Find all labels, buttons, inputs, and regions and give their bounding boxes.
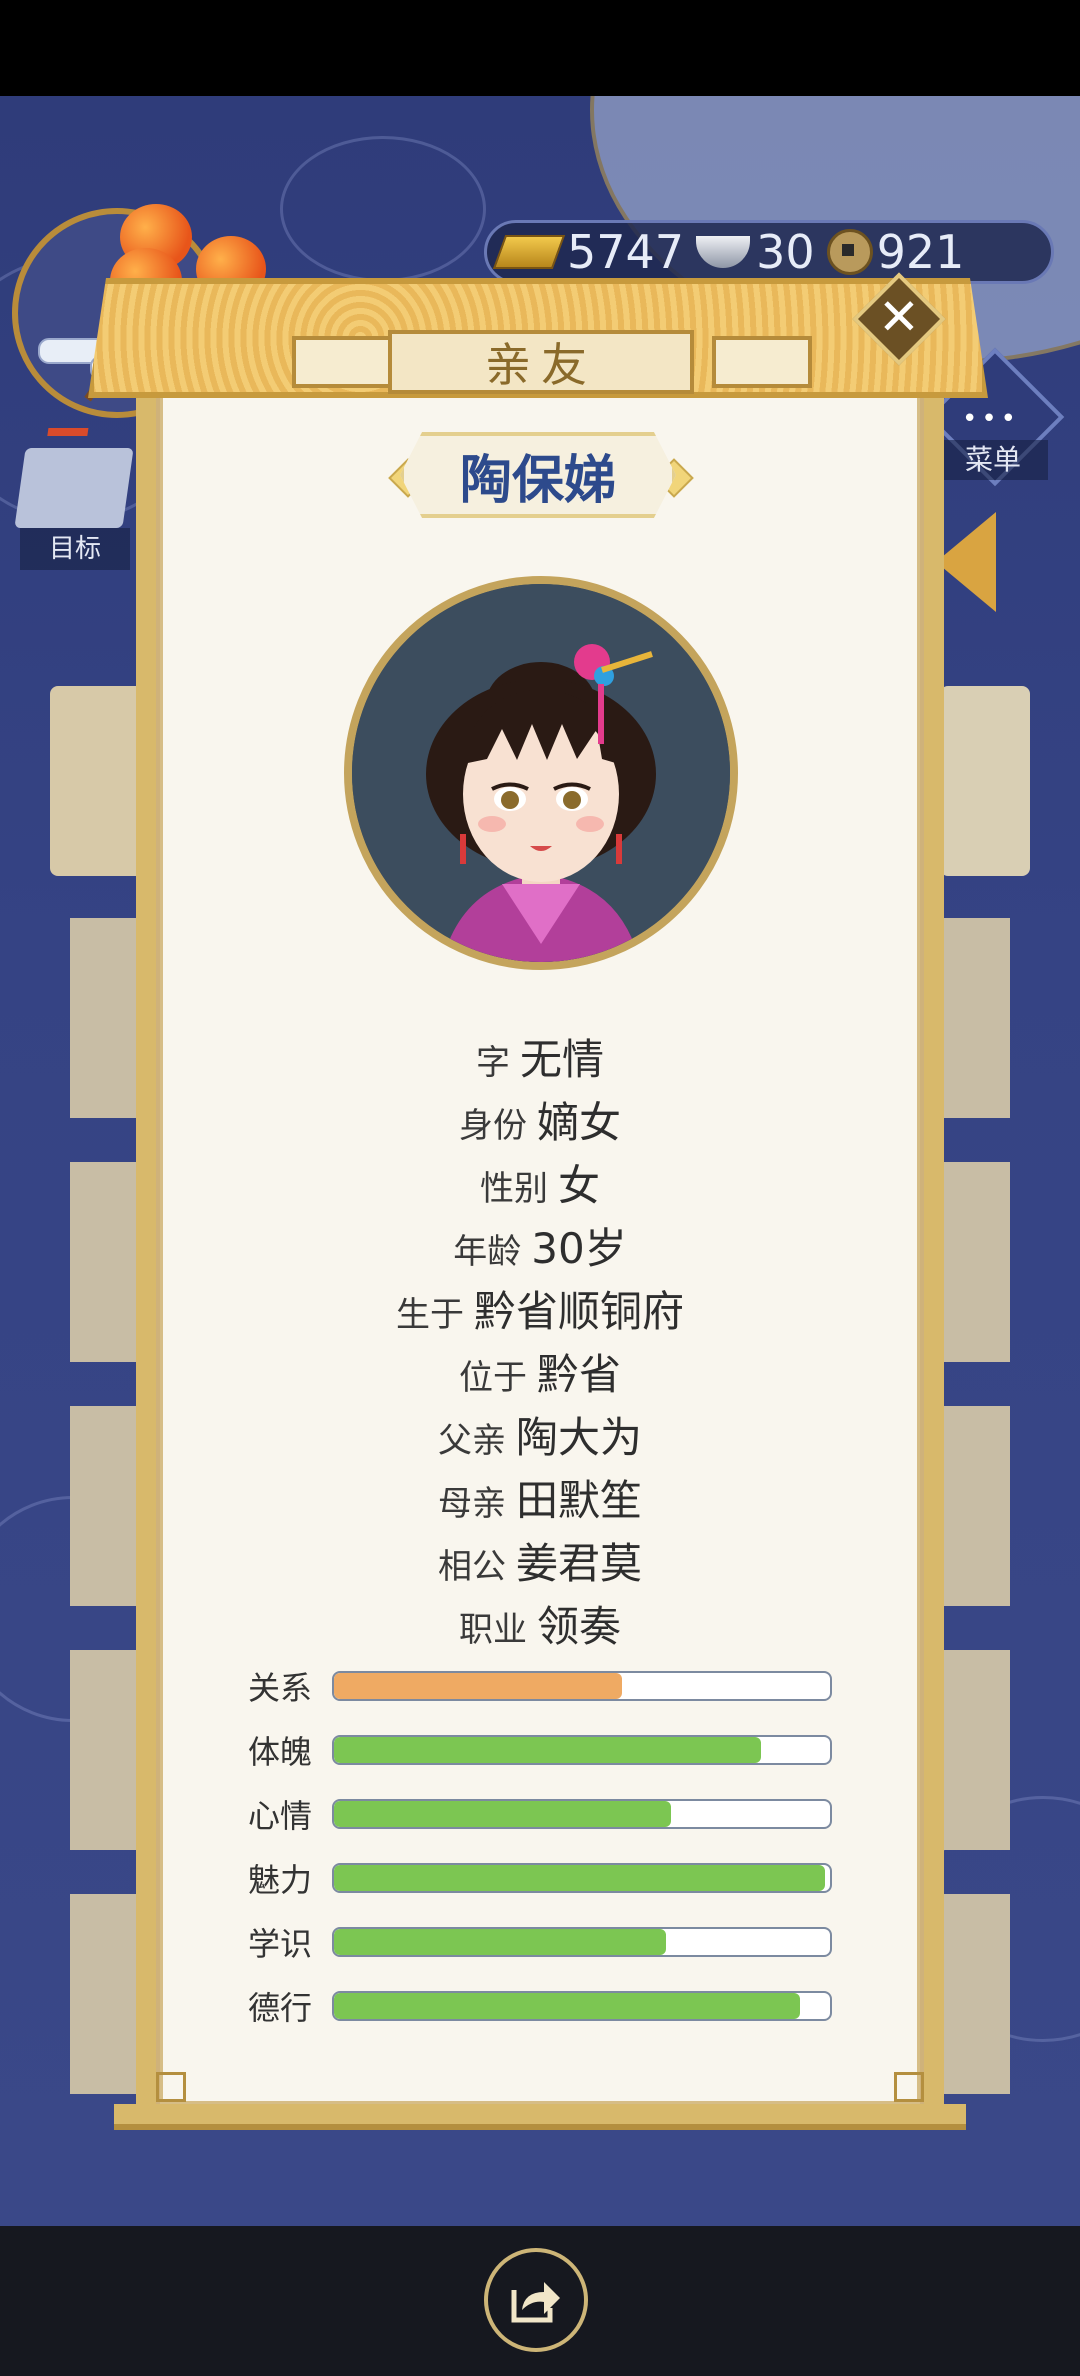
silver-counter: 30 <box>696 225 815 279</box>
stat-fill <box>334 1737 761 1763</box>
stat-row: 体魄 <box>248 1733 832 1771</box>
info-value: 无情 <box>519 1035 604 1084</box>
info-value: 黔省 <box>536 1350 621 1399</box>
menu-dots-icon: ••• <box>962 404 1021 434</box>
stat-fill <box>334 1801 672 1827</box>
info-key: 生于 <box>395 1295 464 1335</box>
stat-fill <box>334 1993 801 2019</box>
info-value: 陶大为 <box>515 1413 642 1462</box>
dialog-title: 亲友 <box>388 330 694 394</box>
stat-fill <box>334 1929 667 1955</box>
stat-bar <box>332 1799 832 1829</box>
info-key: 父亲 <box>437 1421 506 1461</box>
info-value: 女 <box>557 1161 600 1210</box>
info-key: 字 <box>475 1043 510 1083</box>
info-key: 性别 <box>479 1169 548 1209</box>
info-row: 年龄 30岁 <box>156 1215 924 1276</box>
share-button[interactable] <box>484 2248 588 2352</box>
stat-label: 体魄 <box>248 1733 313 1771</box>
info-row: 字无情 <box>156 1026 924 1087</box>
info-row: 性别女 <box>156 1152 924 1213</box>
character-name: 陶保娣 <box>400 432 676 518</box>
goal-scroll-icon[interactable] <box>14 448 134 528</box>
info-key: 相公 <box>437 1547 506 1587</box>
stat-row: 心情 <box>248 1797 832 1835</box>
stat-bar <box>332 1927 832 1957</box>
share-icon <box>511 2282 560 2323</box>
currency-bar: 5747 30 921 <box>484 220 1054 284</box>
stat-label: 关系 <box>248 1669 313 1707</box>
silver-amount: 30 <box>756 225 815 279</box>
stat-label: 德行 <box>248 1989 313 2027</box>
info-value: 嫡女 <box>536 1098 621 1147</box>
stat-label: 学识 <box>248 1925 313 1963</box>
stat-row: 关系 <box>248 1669 832 1707</box>
info-row: 相公 姜君莫 <box>156 1530 924 1591</box>
title-ornament <box>292 336 392 388</box>
stat-row: 德行 <box>248 1989 832 2027</box>
background-card <box>50 686 150 876</box>
info-key: 母亲 <box>437 1484 506 1524</box>
stat-bar <box>332 1735 832 1765</box>
stat-fill <box>334 1673 622 1699</box>
info-row: 母亲 田默笙 <box>156 1467 924 1528</box>
info-row: 生于 黔省顺铜府 <box>156 1278 924 1339</box>
info-key: 身份 <box>458 1106 527 1146</box>
stat-row: 学识 <box>248 1925 832 1963</box>
stat-fill <box>334 1865 826 1891</box>
title-ornament <box>712 336 812 388</box>
info-key: 位于 <box>458 1358 527 1398</box>
info-row: 父亲 陶大为 <box>156 1404 924 1465</box>
gold-counter: 5747 <box>492 225 685 279</box>
gold-ingot-icon <box>492 235 566 269</box>
info-key: 职业 <box>458 1610 527 1650</box>
stat-label: 心情 <box>248 1797 313 1835</box>
corner-ornament <box>156 2072 186 2102</box>
info-key: 年龄 <box>453 1232 522 1272</box>
info-row: 身份 嫡女 <box>156 1089 924 1150</box>
stat-row: 魅力 <box>248 1861 832 1899</box>
corner-ornament <box>894 2072 924 2102</box>
status-bar <box>0 0 1080 96</box>
dialog-bottom-rail <box>114 2104 966 2130</box>
close-icon[interactable]: ✕ <box>866 284 932 350</box>
info-value: 黔省顺铜府 <box>473 1287 684 1336</box>
stat-bar <box>332 1991 832 2021</box>
info-row: 职业 领奏 <box>156 1593 924 1654</box>
character-portrait <box>344 576 738 970</box>
stat-bar <box>332 1671 832 1701</box>
coin-amount: 921 <box>876 225 965 279</box>
silver-ingot-icon <box>696 236 751 268</box>
background-card <box>940 686 1030 876</box>
copper-coin-icon <box>826 229 873 275</box>
menu-label[interactable]: 菜单 <box>938 440 1048 480</box>
stat-label: 魅力 <box>248 1861 313 1899</box>
gold-amount: 5747 <box>567 225 685 279</box>
cloud-swirl <box>280 136 486 282</box>
goal-label[interactable]: 目标 <box>20 528 130 570</box>
coin-counter: 921 <box>826 225 965 279</box>
portrait-illustration <box>352 584 730 962</box>
stat-bar <box>332 1863 832 1893</box>
info-value: 30岁 <box>531 1224 627 1273</box>
info-value: 领奏 <box>536 1602 621 1651</box>
info-value: 田默笙 <box>515 1476 642 1525</box>
info-row: 位于 黔省 <box>156 1341 924 1402</box>
info-value: 姜君莫 <box>515 1539 642 1588</box>
